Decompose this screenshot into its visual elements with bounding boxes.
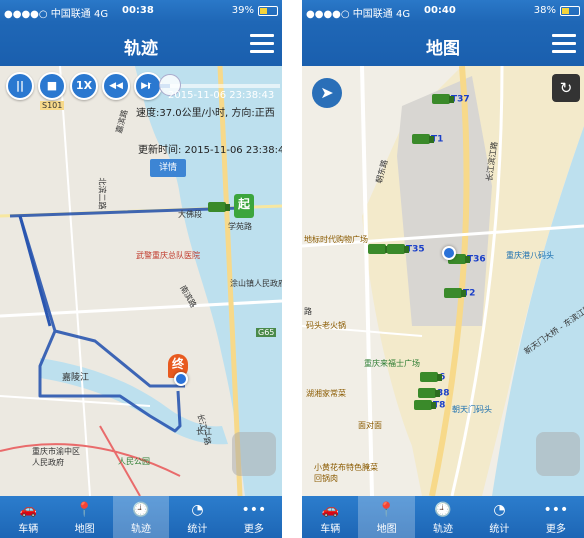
tab-label: 更多 [243,524,264,535]
history-icon: 🕘 [434,502,452,518]
map-pin-icon: 📍 [75,502,94,518]
track-screen: ●●●●○ 中国联通 4G 00:38 39% 轨迹 S101 G65 大佛段 … [0,0,282,538]
tab-stats[interactable]: ◔ 统计 [471,496,527,538]
speed-text: 速度:37.0公里/小时, 方向:正西 [136,108,275,119]
more-icon: ••• [241,502,267,518]
vehicle-marker[interactable]: T37 [432,94,470,105]
map-label-jialing: 嘉陵江 [62,373,90,383]
nav-bar: 地图 [302,22,584,66]
more-icon: ••• [543,502,569,518]
battery-text: 39% [231,5,254,16]
vehicle-marker[interactable]: 38 [418,388,450,399]
carrier-text: ●●●●○ 中国联通 4G [4,9,109,20]
car-icon: 🚗 [19,502,37,518]
map-label-people-park: 人民公园 [118,457,150,466]
tab-label: 更多 [545,524,566,535]
battery-text: 38% [533,5,556,16]
map-screen: ●●●●○ 中国联通 4G 00:40 38% 地图 朝东路 长江滨江路 地标时… [302,0,584,538]
pie-chart-icon: ◔ [493,502,506,518]
menu-icon[interactable] [250,34,274,54]
status-bar: ●●●●○ 中国联通 4G 00:38 39% [0,0,282,22]
playback-progress[interactable] [150,74,280,96]
map-label-ferry8: 重庆港八码头 [506,251,554,260]
tab-stats[interactable]: ◔ 统计 [169,496,225,538]
map-zoom-control[interactable] [536,432,580,476]
map-label-s101: S101 [40,101,65,110]
map-label-xiaotiao: 小黄花布特色腌菜回锅肉 [314,463,378,483]
playback-datetime: 2015-11-06 23:38:43 [168,90,275,101]
map-label-tuqiao: 涂山镇人民政府 [230,279,282,288]
my-location-dot [442,246,456,260]
tab-label: 统计 [489,524,510,535]
current-position-dot [174,372,188,386]
tab-more[interactable]: ••• 更多 [226,496,282,538]
clock-text: 00:40 [424,5,456,16]
map-label-road-a: 北滨二路 [97,177,107,210]
clock-text: 00:38 [122,5,154,16]
tab-bar: 🚗 车辆 📍 地图 🕘 轨迹 ◔ 统计 ••• 更多 [302,496,584,538]
locate-arrow-icon[interactable]: ➤ [312,78,342,108]
car-icon: 🚗 [321,502,339,518]
map-zoom-control[interactable] [232,432,276,476]
map-label-mianduimian: 面对面 [358,421,382,430]
carrier-text: ●●●●○ 中国联通 4G [306,9,411,20]
map-label-changjiang: 长江 [196,427,212,436]
tab-vehicles[interactable]: 🚗 车辆 [302,496,358,538]
map-label-yuzhong: 重庆市渝中区人民政府 [32,447,80,467]
status-bar: ●●●●○ 中国联通 4G 00:40 38% [302,0,584,22]
vehicle-marker[interactable]: T35 [368,244,425,255]
vehicle-map[interactable]: 朝东路 长江滨江路 地标时代购物广场 重庆港八码头 码头老火锅 重庆来福士广场 … [302,66,584,496]
detail-button[interactable]: 详情 [150,159,186,177]
map-label-laifu: 重庆来福士广场 [364,359,420,368]
nav-bar: 轨迹 [0,22,282,66]
speed-button[interactable]: 1X [70,72,98,100]
map-label-xueyuan: 学苑路 [228,222,252,231]
tab-label: 车辆 [18,524,39,535]
map-label-hospital: 武警重庆总队医院 [136,251,200,260]
page-title: 地图 [426,39,460,59]
map-label-road-r: 路 [304,307,312,316]
pie-chart-icon: ◔ [191,502,204,518]
tab-more[interactable]: ••• 更多 [528,496,584,538]
vehicle-marker[interactable]: T2 [444,288,475,299]
history-icon: 🕘 [132,502,150,518]
refresh-icon[interactable]: ↻ [552,74,580,102]
tab-label: 统计 [187,524,208,535]
battery-icon [560,6,580,16]
stop-button[interactable]: ■ [38,72,66,100]
page-title: 轨迹 [124,39,158,59]
playback-controls: || ■ 1X ◀◀ ▶▶ [6,72,166,100]
map-label-huhe: 湖湘家常菜 [306,389,346,398]
tab-label: 轨迹 [433,524,454,535]
vehicle-marker[interactable]: T8 [414,400,445,411]
map-label-g65: G65 [256,328,277,337]
tab-map[interactable]: 📍 地图 [358,496,415,538]
map-label-huoguo: 码头老火锅 [306,321,346,330]
map-label-ferry-east: 朝天门码头 [452,405,492,414]
tab-label: 地图 [376,524,397,535]
vehicle-marker[interactable]: T1 [412,134,443,145]
vehicle-marker[interactable]: 6 [420,372,445,383]
vehicle-marker[interactable] [208,202,230,213]
tab-label: 地图 [74,524,95,535]
tab-bar: 🚗 车辆 📍 地图 🕘 轨迹 ◔ 统计 ••• 更多 [0,496,282,538]
menu-icon[interactable] [552,34,576,54]
battery-icon [258,6,278,16]
pause-button[interactable]: || [6,72,34,100]
tab-vehicles[interactable]: 🚗 车辆 [0,496,56,538]
map-pin-icon: 📍 [377,502,396,518]
start-marker: 起 [234,194,254,218]
tab-track[interactable]: 🕘 轨迹 [112,496,170,538]
updated-time: 更新时间: 2015-11-06 23:38:43 [138,145,282,156]
track-map[interactable]: S101 G65 大佛段 学苑路 武警重庆总队医院 涂山镇人民政府 嘉陵江 重庆… [0,66,282,496]
rewind-button[interactable]: ◀◀ [102,72,130,100]
tab-label: 车辆 [320,524,341,535]
map-label-plaza: 地标时代购物广场 [304,235,368,244]
map-label-daping: 大佛段 [178,210,202,219]
tab-track[interactable]: 🕘 轨迹 [415,496,471,538]
tab-label: 轨迹 [131,524,152,535]
tab-map[interactable]: 📍 地图 [56,496,112,538]
